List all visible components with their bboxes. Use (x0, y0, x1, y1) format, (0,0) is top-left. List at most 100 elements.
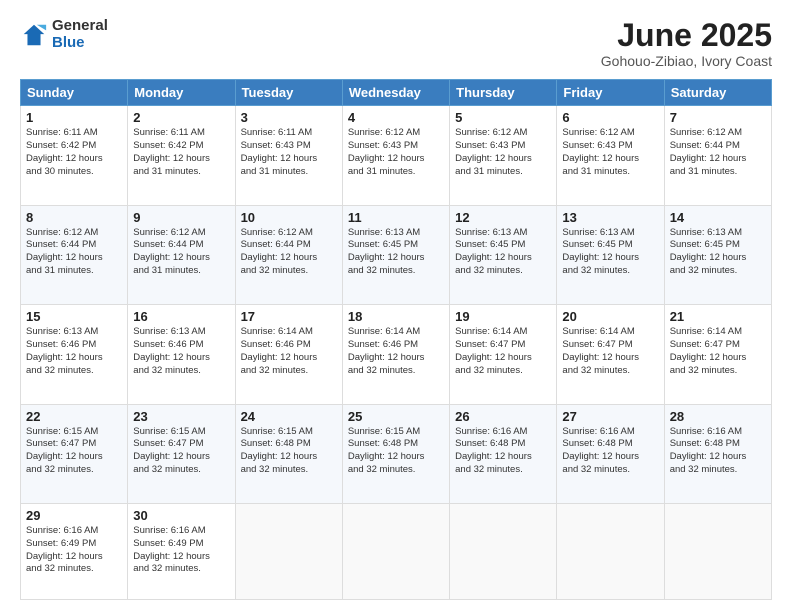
day-number: 9 (133, 210, 229, 225)
calendar-day-cell: 24Sunrise: 6:15 AMSunset: 6:48 PMDayligh… (235, 404, 342, 503)
calendar-day-cell: 6 Sunrise: 6:12 AMSunset: 6:43 PMDaylight… (557, 106, 664, 205)
day-number: 25 (348, 409, 444, 424)
logo-icon (20, 21, 48, 49)
calendar-day-cell (450, 503, 557, 599)
day-number: 26 (455, 409, 551, 424)
calendar-col-header: Thursday (450, 80, 557, 106)
calendar-week-row: 8 Sunrise: 6:12 AMSunset: 6:44 PMDaylight… (21, 205, 772, 304)
day-info: Sunrise: 6:12 AMSunset: 6:43 PMDaylight:… (348, 127, 444, 178)
day-info: Sunrise: 6:14 AMSunset: 6:47 PMDaylight:… (562, 326, 658, 377)
day-info: Sunrise: 6:12 AMSunset: 6:44 PMDaylight:… (670, 127, 766, 178)
calendar-day-cell: 9 Sunrise: 6:12 AMSunset: 6:44 PMDaylight… (128, 205, 235, 304)
calendar-day-cell: 20 Sunrise: 6:14 AMSunset: 6:47 PMDayligh… (557, 305, 664, 404)
calendar-day-cell: 14Sunrise: 6:13 AMSunset: 6:45 PMDayligh… (664, 205, 771, 304)
calendar-col-header: Monday (128, 80, 235, 106)
day-number: 6 (562, 110, 658, 125)
calendar-header-row: SundayMondayTuesdayWednesdayThursdayFrid… (21, 80, 772, 106)
calendar-week-row: 1 Sunrise: 6:11 AMSunset: 6:42 PMDaylight… (21, 106, 772, 205)
calendar-day-cell: 7 Sunrise: 6:12 AMSunset: 6:44 PMDaylight… (664, 106, 771, 205)
day-info: Sunrise: 6:16 AMSunset: 6:48 PMDaylight:… (562, 426, 658, 477)
calendar-day-cell: 15 Sunrise: 6:13 AMSunset: 6:46 PMDayligh… (21, 305, 128, 404)
day-info: Sunrise: 6:14 AMSunset: 6:46 PMDaylight:… (241, 326, 337, 377)
month-title: June 2025 (601, 18, 772, 53)
day-number: 1 (26, 110, 122, 125)
day-number: 19 (455, 309, 551, 324)
calendar-day-cell: 25Sunrise: 6:15 AMSunset: 6:48 PMDayligh… (342, 404, 449, 503)
day-info: Sunrise: 6:12 AMSunset: 6:44 PMDaylight:… (241, 227, 337, 278)
day-number: 8 (26, 210, 122, 225)
calendar-day-cell: 1 Sunrise: 6:11 AMSunset: 6:42 PMDaylight… (21, 106, 128, 205)
logo-general: General (52, 18, 108, 35)
day-number: 14 (670, 210, 766, 225)
calendar-col-header: Tuesday (235, 80, 342, 106)
day-number: 20 (562, 309, 658, 324)
day-number: 28 (670, 409, 766, 424)
calendar-week-row: 29 Sunrise: 6:16 AMSunset: 6:49 PMDayligh… (21, 503, 772, 599)
calendar-week-row: 22 Sunrise: 6:15 AMSunset: 6:47 PMDayligh… (21, 404, 772, 503)
calendar-day-cell: 27 Sunrise: 6:16 AMSunset: 6:48 PMDayligh… (557, 404, 664, 503)
calendar-day-cell: 29 Sunrise: 6:16 AMSunset: 6:49 PMDayligh… (21, 503, 128, 599)
calendar-day-cell: 23 Sunrise: 6:15 AMSunset: 6:47 PMDayligh… (128, 404, 235, 503)
day-number: 12 (455, 210, 551, 225)
location: Gohouo-Zibiao, Ivory Coast (601, 53, 772, 69)
calendar-col-header: Wednesday (342, 80, 449, 106)
day-number: 22 (26, 409, 122, 424)
day-info: Sunrise: 6:13 AMSunset: 6:45 PMDaylight:… (348, 227, 444, 278)
calendar-col-header: Saturday (664, 80, 771, 106)
day-number: 27 (562, 409, 658, 424)
day-info: Sunrise: 6:13 AMSunset: 6:46 PMDaylight:… (133, 326, 229, 377)
logo-text: General Blue (52, 18, 108, 51)
calendar-day-cell (664, 503, 771, 599)
day-info: Sunrise: 6:12 AMSunset: 6:44 PMDaylight:… (26, 227, 122, 278)
logo: General Blue (20, 18, 108, 51)
day-number: 2 (133, 110, 229, 125)
calendar-day-cell: 10 Sunrise: 6:12 AMSunset: 6:44 PMDayligh… (235, 205, 342, 304)
day-info: Sunrise: 6:16 AMSunset: 6:49 PMDaylight:… (26, 525, 122, 576)
page: General Blue June 2025 Gohouo-Zibiao, Iv… (0, 0, 792, 612)
day-info: Sunrise: 6:13 AMSunset: 6:46 PMDaylight:… (26, 326, 122, 377)
calendar-day-cell: 21 Sunrise: 6:14 AMSunset: 6:47 PMDayligh… (664, 305, 771, 404)
day-number: 16 (133, 309, 229, 324)
calendar-day-cell: 22 Sunrise: 6:15 AMSunset: 6:47 PMDayligh… (21, 404, 128, 503)
day-info: Sunrise: 6:12 AMSunset: 6:43 PMDaylight:… (562, 127, 658, 178)
day-number: 30 (133, 508, 229, 523)
day-number: 21 (670, 309, 766, 324)
day-number: 15 (26, 309, 122, 324)
calendar-day-cell: 2 Sunrise: 6:11 AMSunset: 6:42 PMDaylight… (128, 106, 235, 205)
day-number: 4 (348, 110, 444, 125)
day-info: Sunrise: 6:12 AMSunset: 6:44 PMDaylight:… (133, 227, 229, 278)
day-info: Sunrise: 6:13 AMSunset: 6:45 PMDaylight:… (562, 227, 658, 278)
day-number: 17 (241, 309, 337, 324)
day-info: Sunrise: 6:14 AMSunset: 6:47 PMDaylight:… (670, 326, 766, 377)
day-number: 5 (455, 110, 551, 125)
day-info: Sunrise: 6:15 AMSunset: 6:47 PMDaylight:… (26, 426, 122, 477)
day-number: 10 (241, 210, 337, 225)
day-info: Sunrise: 6:16 AMSunset: 6:48 PMDaylight:… (455, 426, 551, 477)
day-number: 18 (348, 309, 444, 324)
day-info: Sunrise: 6:15 AMSunset: 6:47 PMDaylight:… (133, 426, 229, 477)
calendar-day-cell: 4 Sunrise: 6:12 AMSunset: 6:43 PMDaylight… (342, 106, 449, 205)
day-info: Sunrise: 6:11 AMSunset: 6:42 PMDaylight:… (26, 127, 122, 178)
day-info: Sunrise: 6:16 AMSunset: 6:48 PMDaylight:… (670, 426, 766, 477)
calendar-day-cell: 17 Sunrise: 6:14 AMSunset: 6:46 PMDayligh… (235, 305, 342, 404)
calendar-day-cell: 30Sunrise: 6:16 AMSunset: 6:49 PMDayligh… (128, 503, 235, 599)
calendar-day-cell (342, 503, 449, 599)
day-info: Sunrise: 6:11 AMSunset: 6:42 PMDaylight:… (133, 127, 229, 178)
calendar-day-cell: 26 Sunrise: 6:16 AMSunset: 6:48 PMDayligh… (450, 404, 557, 503)
logo-blue: Blue (52, 35, 108, 52)
calendar-day-cell (557, 503, 664, 599)
header: General Blue June 2025 Gohouo-Zibiao, Iv… (20, 18, 772, 69)
day-info: Sunrise: 6:13 AMSunset: 6:45 PMDaylight:… (455, 227, 551, 278)
calendar-day-cell: 13 Sunrise: 6:13 AMSunset: 6:45 PMDayligh… (557, 205, 664, 304)
calendar-day-cell: 3Sunrise: 6:11 AMSunset: 6:43 PMDaylight… (235, 106, 342, 205)
day-number: 23 (133, 409, 229, 424)
day-number: 29 (26, 508, 122, 523)
day-number: 3 (241, 110, 337, 125)
day-number: 7 (670, 110, 766, 125)
title-block: June 2025 Gohouo-Zibiao, Ivory Coast (601, 18, 772, 69)
calendar-day-cell (235, 503, 342, 599)
calendar-col-header: Sunday (21, 80, 128, 106)
day-number: 13 (562, 210, 658, 225)
calendar-day-cell: 16 Sunrise: 6:13 AMSunset: 6:46 PMDayligh… (128, 305, 235, 404)
day-info: Sunrise: 6:15 AMSunset: 6:48 PMDaylight:… (241, 426, 337, 477)
